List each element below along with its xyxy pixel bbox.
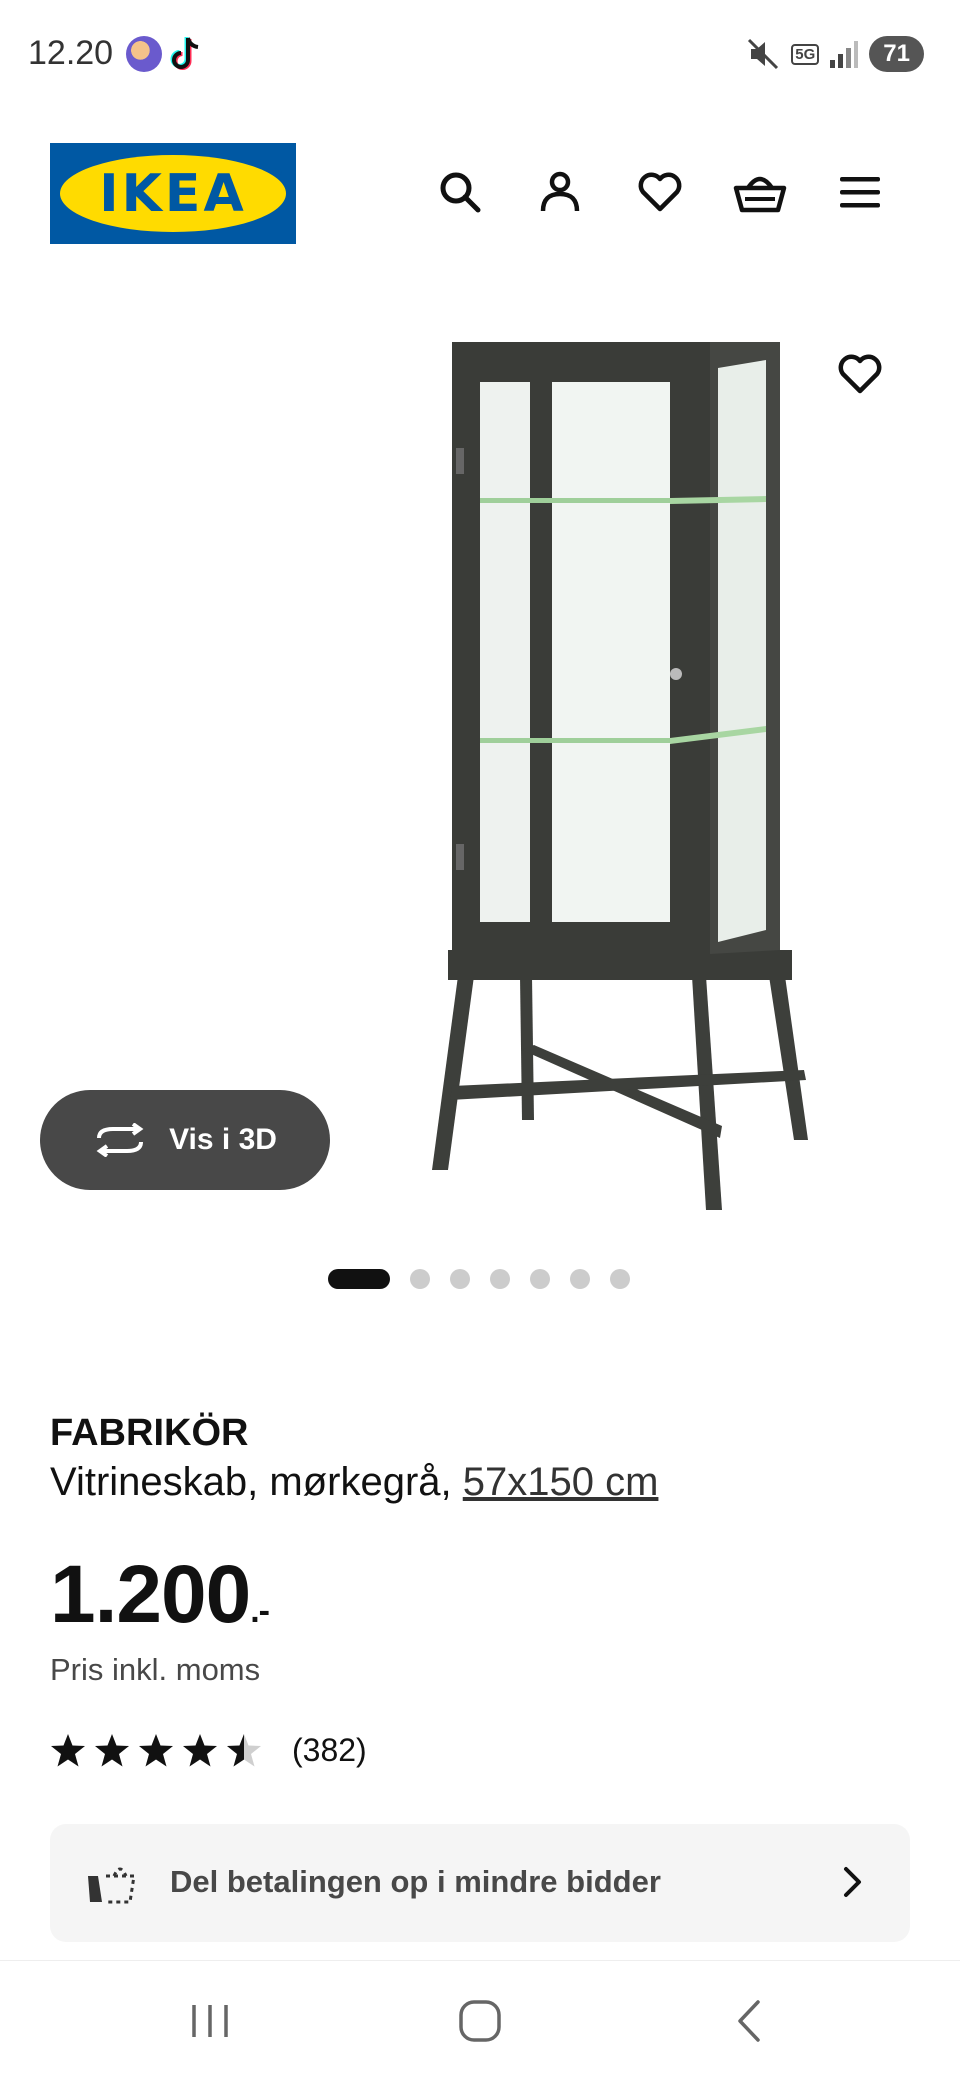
gallery-dot[interactable] — [410, 1269, 430, 1289]
signal-icon — [830, 41, 859, 68]
chevron-right-icon — [844, 1867, 861, 1897]
app-notification-icon — [126, 36, 162, 72]
gallery-pagination — [0, 1269, 960, 1289]
star-icon — [183, 1733, 217, 1766]
status-icons: 5G 71 — [745, 36, 924, 72]
recent-apps-icon — [192, 2005, 228, 2037]
heart-icon — [638, 172, 682, 212]
product-description: Vitrineskab, mørkegrå, 57x150 cm — [50, 1460, 658, 1505]
user-icon — [540, 171, 580, 212]
ikea-logo[interactable]: IKEA ® — [50, 143, 296, 244]
search-button[interactable] — [430, 162, 490, 222]
system-navigation-bar — [0, 1960, 960, 2080]
view-in-3d-label: Vis i 3D — [169, 1123, 277, 1156]
network-type: 5G — [791, 43, 820, 65]
product-gallery[interactable]: Vis i 3D — [0, 290, 960, 1289]
tiktok-icon — [170, 37, 199, 70]
installment-label: Del betalingen op i mindre bidder — [170, 1864, 661, 1899]
favourites-button[interactable] — [630, 162, 690, 222]
hamburger-icon — [840, 177, 880, 208]
basket-icon — [733, 176, 787, 213]
rating-stars — [51, 1733, 261, 1766]
menu-button[interactable] — [830, 162, 890, 222]
account-button[interactable] — [530, 162, 590, 222]
product-name: FABRIKÖR — [50, 1412, 249, 1454]
product-size-link[interactable]: 57x150 cm — [463, 1460, 659, 1504]
gallery-dot[interactable] — [328, 1269, 390, 1289]
registered-mark: ® — [273, 165, 282, 179]
gallery-dot[interactable] — [530, 1269, 550, 1289]
star-icon — [51, 1733, 85, 1766]
star-icon — [139, 1733, 173, 1766]
payment-split-icon — [88, 1867, 136, 1904]
price-suffix: .- — [250, 1592, 270, 1630]
view-in-3d-button[interactable]: Vis i 3D — [40, 1090, 330, 1190]
product-price: 1.200.- — [50, 1548, 270, 1642]
installment-banner[interactable]: Del betalingen op i mindre bidder — [50, 1824, 910, 1942]
half-star-icon — [227, 1733, 261, 1766]
add-to-favourites-button[interactable] — [828, 342, 892, 406]
battery-indicator: 71 — [869, 36, 924, 72]
recent-apps-button[interactable] — [180, 1993, 240, 2049]
rating-count: (382) — [292, 1732, 367, 1768]
basket-button[interactable] — [730, 162, 790, 222]
product-type-label: Vitrineskab, mørkegrå, — [50, 1460, 452, 1504]
logo-text: IKEA — [99, 163, 247, 224]
site-header: IKEA ® — [0, 130, 960, 260]
gallery-dot[interactable] — [450, 1269, 470, 1289]
gallery-dot[interactable] — [610, 1269, 630, 1289]
search-icon — [440, 172, 481, 213]
back-button[interactable] — [720, 1993, 780, 2049]
back-icon — [738, 2000, 760, 2042]
home-icon — [459, 2000, 501, 2042]
mute-icon — [748, 38, 779, 70]
star-icon — [95, 1733, 129, 1766]
status-bar: 12.20 5G 71 — [0, 0, 960, 108]
home-button[interactable] — [450, 1993, 510, 2049]
heart-icon — [838, 354, 882, 394]
rotate-3d-icon — [96, 1123, 144, 1157]
price-value: 1.200 — [50, 1549, 251, 1640]
price-tax-note: Pris inkl. moms — [50, 1652, 261, 1687]
gallery-dot[interactable] — [490, 1269, 510, 1289]
status-time: 12.20 — [28, 34, 114, 72]
gallery-dot[interactable] — [570, 1269, 590, 1289]
product-rating[interactable]: (382) — [50, 1732, 367, 1769]
product-page: 12.20 5G 71 IKEA ® Vis i 3D FABRIKÖR Vit… — [0, 0, 960, 2080]
